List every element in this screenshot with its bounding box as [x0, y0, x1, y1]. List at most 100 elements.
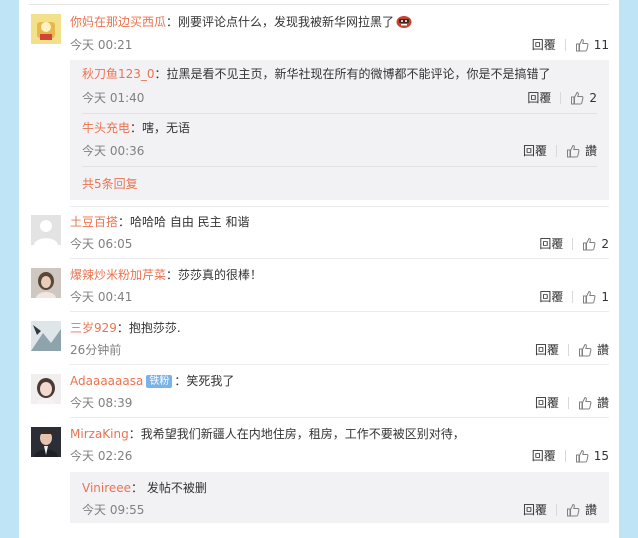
- comment-panel: 你妈在那边买西瓜：刚要评论点什么，发现我被新华网拉黑了 今天 00:21 回覆 …: [19, 0, 619, 538]
- divider: [82, 166, 597, 167]
- reply-button[interactable]: 回覆: [535, 343, 559, 357]
- username-link[interactable]: 牛头充电: [82, 121, 130, 135]
- like-count[interactable]: 讚: [585, 144, 597, 158]
- comment-actions: 回覆 讚: [535, 343, 609, 357]
- username-link[interactable]: Vinireee: [82, 481, 131, 495]
- divider: [555, 145, 557, 157]
- like-count[interactable]: 1: [601, 290, 609, 304]
- username-link[interactable]: MirzaKing: [70, 427, 129, 441]
- comment-body: ：莎莎真的很棒！: [166, 268, 263, 282]
- divider: [572, 238, 574, 250]
- reply-body: ：嗐，无语: [130, 121, 191, 135]
- reply-body: ：拉黑是看不见主页，新华社现在所有的微博都不能评论，你是不是搞错了: [154, 67, 551, 81]
- divider: [70, 206, 609, 207]
- username-link[interactable]: 三岁929: [70, 321, 117, 335]
- reply-time: 今天 00:36: [82, 144, 145, 158]
- thumbs-up-icon[interactable]: [570, 91, 584, 105]
- like-count[interactable]: 2: [589, 91, 597, 105]
- comment-time: 今天 00:41: [70, 290, 133, 304]
- thumbs-up-icon[interactable]: [566, 503, 580, 517]
- avatar[interactable]: [31, 268, 61, 298]
- divider: [564, 450, 566, 462]
- comment-actions: 回覆 讚: [535, 396, 609, 410]
- divider: [70, 311, 609, 312]
- thumbs-up-icon[interactable]: [578, 396, 592, 410]
- reply-actions: 回覆 讚: [523, 144, 597, 158]
- comment-body: ：我希望我们新疆人在内地住房，租房，工作不要被区别对待，: [128, 427, 465, 441]
- reply-text: 秋刀鱼123_0：拉黑是看不见主页，新华社现在所有的微博都不能评论，你是不是搞错…: [82, 67, 551, 81]
- reply-button[interactable]: 回覆: [532, 449, 556, 463]
- comment-text: 爆辣炒米粉加芹菜：莎莎真的很棒！: [70, 268, 262, 282]
- more-replies-link[interactable]: 共5条回复: [82, 177, 138, 191]
- divider: [567, 344, 569, 356]
- reply-button[interactable]: 回覆: [539, 237, 563, 251]
- reply-actions: 回覆 讚: [523, 503, 597, 517]
- comment-text: 土豆百搭：哈哈哈 自由 民主 和谐: [70, 215, 249, 229]
- angry-face-emoji-icon: [396, 14, 412, 28]
- like-count[interactable]: 讚: [597, 396, 609, 410]
- avatar[interactable]: [31, 321, 61, 351]
- comment-actions: 回覆 15: [532, 449, 609, 463]
- comment-text: 三岁929：抱抱莎莎.: [70, 321, 181, 335]
- username-link[interactable]: 爆辣炒米粉加芹菜: [70, 268, 166, 282]
- reply-button[interactable]: 回覆: [523, 144, 547, 158]
- thumbs-up-icon[interactable]: [582, 290, 596, 304]
- avatar[interactable]: [31, 374, 61, 404]
- divider: [29, 4, 609, 5]
- comment-time: 26分钟前: [70, 343, 122, 357]
- like-count[interactable]: 2: [601, 237, 609, 251]
- reply-button[interactable]: 回覆: [527, 91, 551, 105]
- reply-button[interactable]: 回覆: [523, 503, 547, 517]
- reply-text: Vinireee： 发帖不被删: [82, 481, 207, 495]
- divider: [567, 397, 569, 409]
- fan-badge: 铁粉: [146, 375, 173, 388]
- reply-thread: 秋刀鱼123_0：拉黑是看不见主页，新华社现在所有的微博都不能评论，你是不是搞错…: [70, 60, 609, 200]
- divider: [70, 258, 609, 259]
- divider: [70, 364, 609, 365]
- comment-text: 你妈在那边买西瓜：刚要评论点什么，发现我被新华网拉黑了: [70, 14, 412, 29]
- username-link[interactable]: Adaaaaaasa: [70, 374, 143, 388]
- divider: [70, 417, 609, 418]
- reply-time: 今天 01:40: [82, 91, 145, 105]
- reply-thread: Vinireee： 发帖不被删 今天 09:55 回覆 讚: [70, 472, 609, 523]
- username-link[interactable]: 土豆百搭: [70, 215, 118, 229]
- divider: [572, 291, 574, 303]
- comment-text: Adaaaaaasa 铁粉 ：笑死我了: [70, 374, 234, 388]
- thumbs-up-icon[interactable]: [582, 237, 596, 251]
- comment-body: ：哈哈哈 自由 民主 和谐: [118, 215, 250, 229]
- comment-body: ：刚要评论点什么，发现我被新华网拉黑了: [166, 15, 395, 29]
- like-count[interactable]: 15: [594, 449, 609, 463]
- thumbs-up-icon[interactable]: [566, 144, 580, 158]
- reply-button[interactable]: 回覆: [539, 290, 563, 304]
- reply-button[interactable]: 回覆: [532, 38, 556, 52]
- reply-time: 今天 09:55: [82, 503, 145, 517]
- reply-actions: 回覆 2: [527, 91, 597, 105]
- avatar[interactable]: [31, 427, 61, 457]
- divider: [564, 39, 566, 51]
- avatar[interactable]: [31, 215, 61, 245]
- avatar[interactable]: [31, 14, 61, 44]
- thumbs-up-icon[interactable]: [575, 449, 589, 463]
- thumbs-up-icon[interactable]: [575, 38, 589, 52]
- like-count[interactable]: 11: [594, 38, 609, 52]
- comment-time: 今天 06:05: [70, 237, 133, 251]
- reply-button[interactable]: 回覆: [535, 396, 559, 410]
- comment-time: 今天 02:26: [70, 449, 133, 463]
- like-count[interactable]: 讚: [585, 503, 597, 517]
- reply-text: 牛头充电：嗐，无语: [82, 121, 190, 135]
- comment-actions: 回覆 2: [539, 237, 609, 251]
- username-link[interactable]: 秋刀鱼123_0: [82, 67, 155, 81]
- username-link[interactable]: 你妈在那边买西瓜: [70, 15, 166, 29]
- comment-time: 今天 08:39: [70, 396, 133, 410]
- divider: [560, 92, 562, 104]
- comment-text: MirzaKing：我希望我们新疆人在内地住房，租房，工作不要被区别对待，: [70, 427, 465, 441]
- comment-actions: 回覆 11: [532, 38, 609, 52]
- comment-body: ：抱抱莎莎.: [116, 321, 181, 335]
- divider: [82, 113, 597, 114]
- reply-body: ： 发帖不被删: [131, 481, 207, 495]
- comment-actions: 回覆 1: [539, 290, 609, 304]
- thumbs-up-icon[interactable]: [578, 343, 592, 357]
- comment-time: 今天 00:21: [70, 38, 133, 52]
- like-count[interactable]: 讚: [597, 343, 609, 357]
- divider: [555, 504, 557, 516]
